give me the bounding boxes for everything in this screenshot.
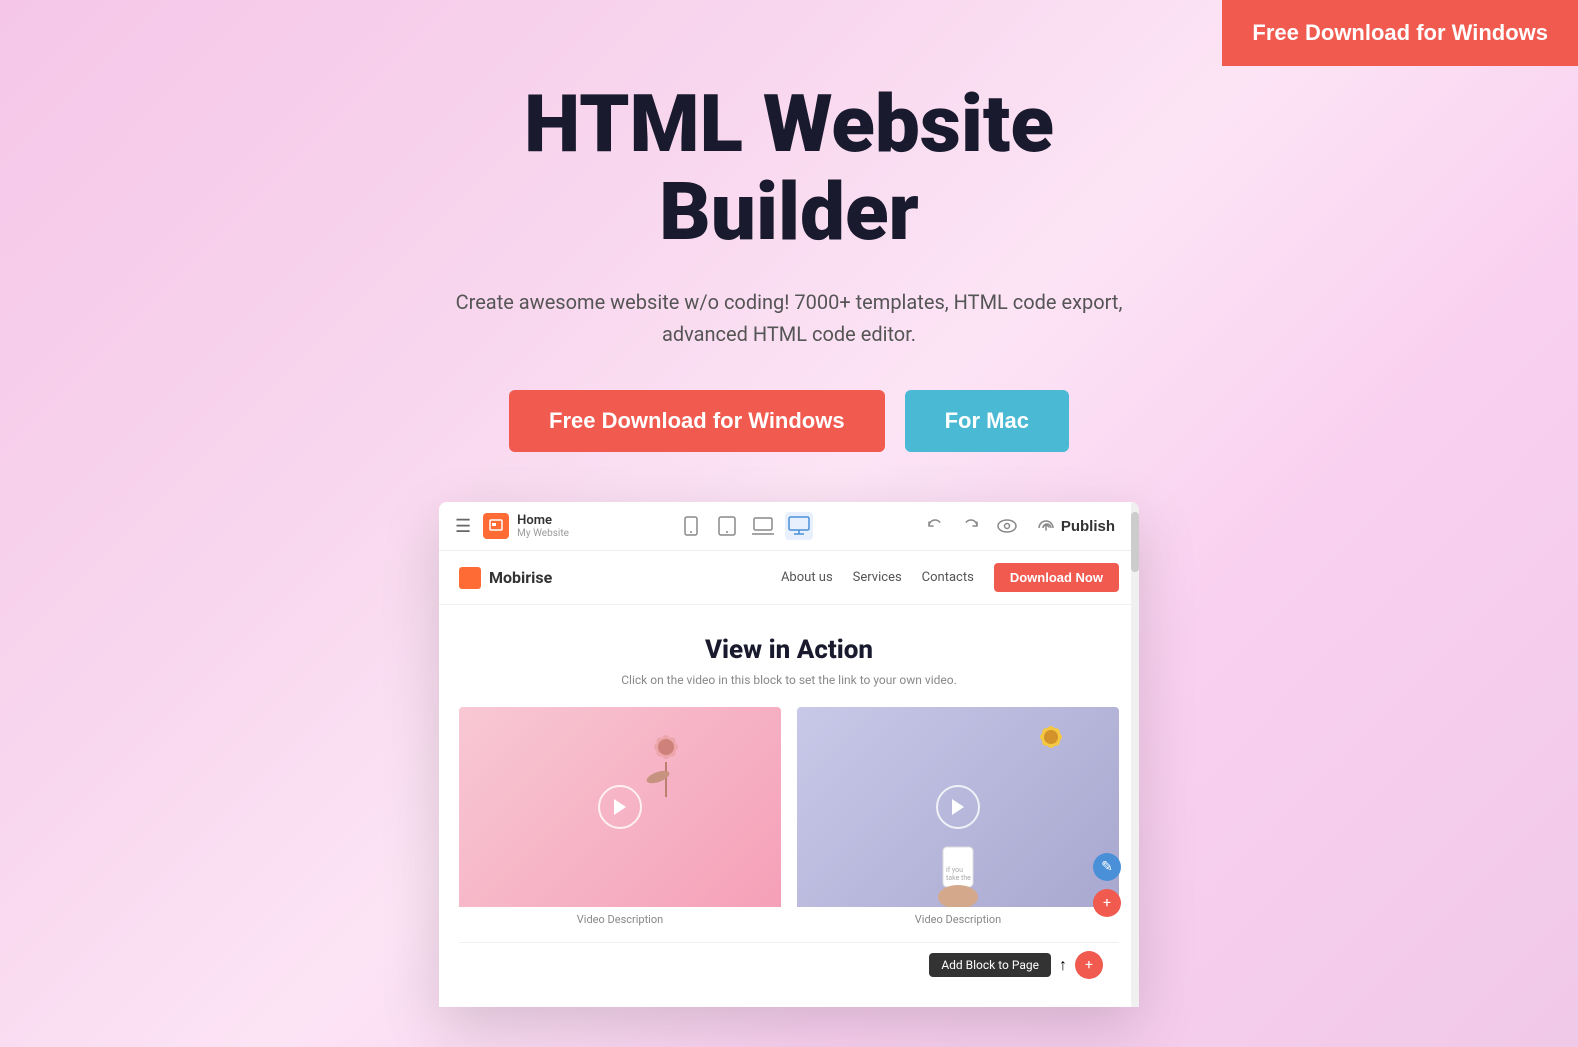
toolbar-actions: Publish <box>921 512 1123 540</box>
nav-link-contacts[interactable]: Contacts <box>922 570 974 585</box>
cursor-icon: ↑ <box>1059 955 1067 975</box>
home-labels: Home My Website <box>517 513 569 540</box>
play-icon-2 <box>950 798 966 816</box>
inner-content-title: View in Action <box>459 635 1119 665</box>
hero-title: HTML Website Builder <box>389 80 1189 256</box>
menu-icon[interactable]: ☰ <box>455 516 471 537</box>
inner-content-subtitle: Click on the video in this block to set … <box>459 673 1119 687</box>
inner-download-button[interactable]: Download Now <box>994 563 1119 592</box>
desktop-svg <box>788 516 810 536</box>
hero-section: HTML Website Builder Create awesome webs… <box>0 0 1578 1047</box>
home-page-icon <box>489 519 503 533</box>
inner-logo: Mobirise <box>459 567 552 589</box>
video-card-1[interactable]: Video Description <box>459 707 781 926</box>
flower-decoration-2 <box>1024 717 1079 772</box>
top-download-windows-button[interactable]: Free Download for Windows <box>1222 0 1578 66</box>
tablet-svg <box>718 516 736 536</box>
undo-icon[interactable] <box>921 512 949 540</box>
undo-svg <box>926 517 944 535</box>
inner-logo-icon <box>459 567 481 589</box>
redo-svg <box>962 517 980 535</box>
add-block-bar: Add Block to Page ↑ + <box>459 942 1119 987</box>
publish-button[interactable]: Publish <box>1029 514 1123 539</box>
video-desc-1: Video Description <box>459 913 781 926</box>
cloud-upload-icon <box>1037 518 1055 534</box>
play-button-1[interactable] <box>598 785 642 829</box>
mobile-svg <box>683 516 699 536</box>
svg-text:if you: if you <box>946 866 963 874</box>
publish-label: Publish <box>1061 518 1115 535</box>
device-icons <box>677 512 813 540</box>
laptop-svg <box>752 517 774 535</box>
inner-logo-text: Mobirise <box>489 568 552 587</box>
redo-icon[interactable] <box>957 512 985 540</box>
video-thumb-2: if you take the <box>797 707 1119 907</box>
device-mobile-icon[interactable] <box>677 512 705 540</box>
app-mockup: ☰ Home My Website <box>439 502 1139 1007</box>
home-label: Home <box>517 513 569 529</box>
inner-nav: Mobirise About us Services Contacts Down… <box>439 551 1139 605</box>
toolbar-home: Home My Website <box>483 513 569 540</box>
float-plus-button[interactable]: + <box>1093 889 1121 917</box>
add-block-button[interactable]: + <box>1075 951 1103 979</box>
float-edit-button[interactable]: ✎ <box>1093 853 1121 881</box>
video-thumb-1 <box>459 707 781 907</box>
eye-svg <box>997 519 1017 533</box>
inner-nav-links: About us Services Contacts Download Now <box>781 563 1119 592</box>
preview-icon[interactable] <box>993 512 1021 540</box>
video-desc-2: Video Description <box>797 913 1119 926</box>
download-windows-button[interactable]: Free Download for Windows <box>509 390 885 452</box>
scrollbar-thumb[interactable] <box>1131 512 1139 572</box>
floating-buttons: ✎ + <box>1093 853 1121 917</box>
video-grid: Video Description <box>459 707 1119 926</box>
add-block-tooltip: Add Block to Page <box>929 953 1051 977</box>
flower-decoration-1 <box>636 722 696 802</box>
device-desktop-icon[interactable] <box>785 512 813 540</box>
svg-text:take the: take the <box>946 874 971 882</box>
device-laptop-icon[interactable] <box>749 512 777 540</box>
download-mac-button[interactable]: For Mac <box>905 390 1069 452</box>
cta-buttons: Free Download for Windows For Mac <box>509 390 1069 452</box>
device-tablet-icon[interactable] <box>713 512 741 540</box>
home-icon-box <box>483 513 509 539</box>
play-button-2[interactable] <box>936 785 980 829</box>
inner-content: View in Action Click on the video in thi… <box>439 605 1139 1007</box>
hero-subtitle: Create awesome website w/o coding! 7000+… <box>439 286 1139 350</box>
play-icon-1 <box>612 798 628 816</box>
hand-vase-decoration: if you take the <box>918 817 998 907</box>
video-card-2[interactable]: if you take the Video Description <box>797 707 1119 926</box>
nav-link-services[interactable]: Services <box>853 570 902 585</box>
home-sublabel: My Website <box>517 528 569 539</box>
nav-link-about[interactable]: About us <box>781 570 833 585</box>
scrollbar[interactable] <box>1131 502 1139 1007</box>
app-toolbar: ☰ Home My Website <box>439 502 1139 551</box>
